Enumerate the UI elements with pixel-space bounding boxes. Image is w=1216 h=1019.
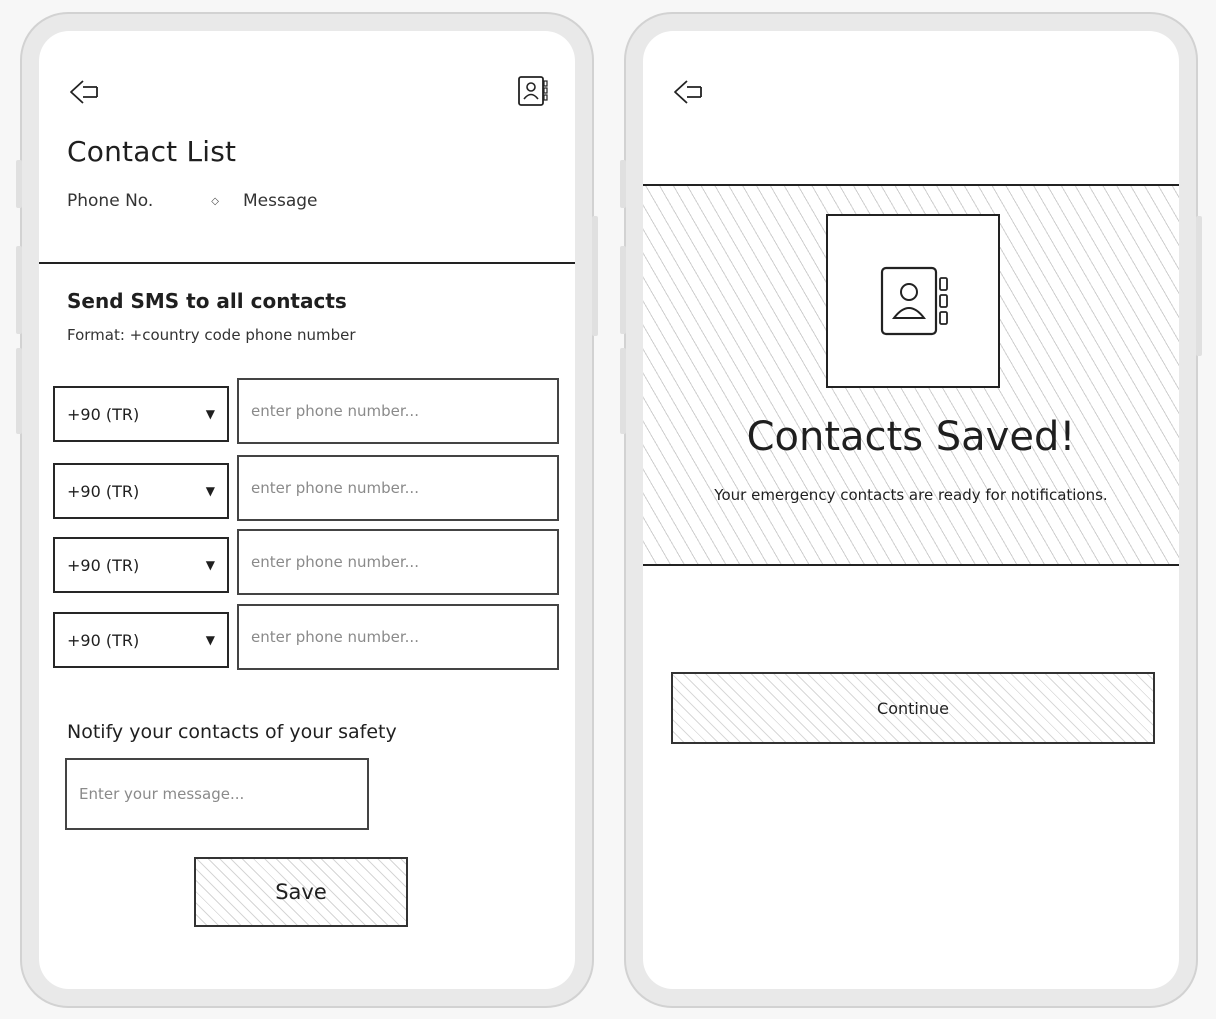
success-title: Contacts Saved! bbox=[746, 414, 1076, 460]
tab-message[interactable]: Message bbox=[243, 191, 318, 211]
success-screen: Contacts Saved! Your emergency contacts … bbox=[643, 31, 1179, 989]
tab-phone-no[interactable]: Phone No. bbox=[67, 191, 153, 211]
side-button bbox=[620, 348, 626, 434]
address-book-icon bbox=[880, 266, 948, 336]
phone-row: +90 (TR) ▼ enter phone number... bbox=[53, 604, 563, 670]
chevron-down-icon: ▼ bbox=[205, 633, 215, 647]
address-book-icon[interactable] bbox=[517, 75, 549, 107]
country-code-value: +90 (TR) bbox=[67, 555, 140, 575]
phone-row: +90 (TR) ▼ enter phone number... bbox=[53, 455, 563, 521]
notify-section-heading: Notify your contacts of your safety bbox=[67, 721, 397, 743]
phone-number-input[interactable]: enter phone number... bbox=[237, 604, 559, 670]
country-code-select[interactable]: +90 (TR) ▼ bbox=[53, 386, 229, 442]
side-button bbox=[16, 348, 22, 434]
divider bbox=[39, 262, 575, 264]
message-input[interactable]: Enter your message... bbox=[65, 758, 369, 830]
country-code-value: +90 (TR) bbox=[67, 630, 140, 650]
country-code-value: +90 (TR) bbox=[67, 481, 140, 501]
phone-number-input[interactable]: enter phone number... bbox=[237, 378, 559, 444]
side-button bbox=[592, 216, 598, 336]
country-code-select[interactable]: +90 (TR) ▼ bbox=[53, 612, 229, 668]
page-title: Contact List bbox=[67, 135, 237, 168]
side-button bbox=[16, 160, 22, 208]
tab-bar: Phone No. ◇ Message bbox=[67, 191, 318, 211]
success-hero: Contacts Saved! Your emergency contacts … bbox=[643, 184, 1179, 566]
chevron-down-icon: ▼ bbox=[205, 484, 215, 498]
continue-button[interactable]: Continue bbox=[671, 672, 1155, 744]
chevron-down-icon: ▼ bbox=[205, 407, 215, 421]
back-arrow-icon[interactable] bbox=[671, 75, 705, 109]
phone-number-input[interactable]: enter phone number... bbox=[237, 529, 559, 595]
tab-separator-icon: ◇ bbox=[211, 195, 219, 207]
back-arrow-icon[interactable] bbox=[67, 75, 101, 109]
phone-row: +90 (TR) ▼ enter phone number... bbox=[53, 529, 563, 595]
contact-form-screen: Contact List Phone No. ◇ Message Send SM… bbox=[39, 31, 575, 989]
phone-frame-contact-form: Contact List Phone No. ◇ Message Send SM… bbox=[16, 12, 598, 1008]
phone-frame-success: Contacts Saved! Your emergency contacts … bbox=[620, 12, 1202, 1008]
side-button bbox=[620, 246, 626, 334]
image-placeholder bbox=[826, 214, 1000, 388]
side-button bbox=[1196, 216, 1202, 356]
sms-section-heading: Send SMS to all contacts bbox=[67, 289, 347, 313]
country-code-value: +90 (TR) bbox=[67, 404, 140, 424]
chevron-down-icon: ▼ bbox=[205, 558, 215, 572]
side-button bbox=[620, 160, 626, 208]
phone-row: +90 (TR) ▼ enter phone number... bbox=[53, 378, 563, 444]
country-code-select[interactable]: +90 (TR) ▼ bbox=[53, 463, 229, 519]
phone-number-input[interactable]: enter phone number... bbox=[237, 455, 559, 521]
save-button[interactable]: Save bbox=[194, 857, 408, 927]
format-hint: Format: +country code phone number bbox=[67, 326, 356, 344]
country-code-select[interactable]: +90 (TR) ▼ bbox=[53, 537, 229, 593]
side-button bbox=[16, 246, 22, 334]
success-subtitle: Your emergency contacts are ready for no… bbox=[714, 486, 1108, 504]
